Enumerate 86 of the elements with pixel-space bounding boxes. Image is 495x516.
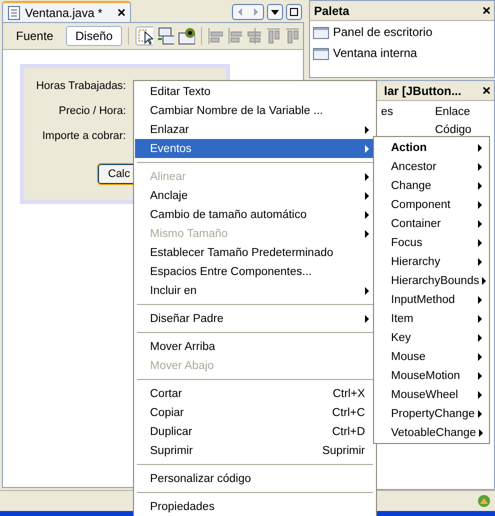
submenu-arrow-icon xyxy=(478,182,482,190)
document-tab[interactable]: Ventana.java * xyxy=(2,1,132,22)
submenu-arrow-icon xyxy=(478,390,482,398)
menu-item[interactable]: Item xyxy=(375,309,488,328)
submenu-arrow-icon xyxy=(478,334,482,342)
menu-item[interactable]: Duplicar Ctrl+D xyxy=(135,422,375,441)
menu-item[interactable]: Focus xyxy=(375,233,488,252)
menu-item[interactable]: Enlazar xyxy=(135,120,375,139)
form-label: Precio / Hora: xyxy=(58,105,126,117)
submenu-arrow-icon xyxy=(478,314,482,322)
menu-item[interactable]: Diseñar Padre xyxy=(135,309,375,328)
submenu-arrow-icon xyxy=(365,192,369,200)
menu-item[interactable]: MouseWheel xyxy=(375,385,488,404)
document-icon xyxy=(8,6,20,20)
square-icon xyxy=(290,8,298,16)
form-label: Horas Trabajadas: xyxy=(36,80,126,92)
submenu-arrow-icon xyxy=(478,372,482,380)
submenu-arrow-icon xyxy=(479,428,484,436)
window-icon xyxy=(313,24,329,38)
submenu-arrow-icon xyxy=(365,144,369,152)
window-icon xyxy=(313,46,329,60)
connection-mode-icon[interactable] xyxy=(157,27,174,45)
view-tab[interactable]: Fuente xyxy=(7,26,62,46)
preview-eye-icon[interactable] xyxy=(178,27,195,45)
scroll-tabs-button[interactable] xyxy=(232,4,264,20)
view-tab[interactable]: Diseño xyxy=(66,26,122,46)
left-right-arrows-icon xyxy=(236,8,260,16)
menu-item[interactable]: Change xyxy=(375,176,488,195)
menu-item[interactable]: PropertyChange xyxy=(375,404,488,423)
menu-item[interactable]: Espacios Entre Componentes... xyxy=(135,262,375,281)
submenu-arrow-icon xyxy=(365,230,369,238)
menu-item[interactable]: Cortar Ctrl+X xyxy=(135,384,375,403)
selection-mode-icon[interactable] xyxy=(134,26,154,46)
close-icon[interactable] xyxy=(483,7,490,14)
menu-item[interactable]: Editar Texto xyxy=(135,82,375,101)
menu-item[interactable]: Cambio de tamaño automático xyxy=(135,205,375,224)
menu-item[interactable]: Action xyxy=(375,138,488,157)
submenu-arrow-icon xyxy=(478,352,482,360)
properties-tab[interactable]: es xyxy=(381,105,435,119)
menu-item[interactable]: HierarchyBounds xyxy=(375,271,488,290)
submenu-arrow-icon xyxy=(365,126,369,134)
submenu-arrow-icon xyxy=(478,162,482,170)
menu-item[interactable]: Cambiar Nombre de la Variable ... xyxy=(135,101,375,120)
maximize-button[interactable] xyxy=(286,4,302,20)
submenu-arrow-icon xyxy=(365,172,369,180)
menu-item[interactable]: Incluir en xyxy=(135,281,375,300)
submenu-arrow-icon xyxy=(478,410,482,418)
submenu-arrow-icon xyxy=(478,220,482,228)
submenu-arrow-icon xyxy=(478,238,482,246)
menu-item[interactable]: Ancestor xyxy=(375,157,488,176)
dropdown-button[interactable] xyxy=(267,4,283,20)
menu-item[interactable]: Copiar Ctrl+C xyxy=(135,403,375,422)
properties-tab[interactable]: Código xyxy=(435,123,494,137)
menu-item[interactable]: Personalizar código xyxy=(135,469,375,488)
submenu-arrow-icon xyxy=(478,296,482,304)
menu-item[interactable]: Key xyxy=(375,328,488,347)
menu-item[interactable]: Anclaje xyxy=(135,186,375,205)
form-label: Importe a cobrar: xyxy=(42,130,126,142)
menu-item[interactable]: Eventos xyxy=(135,139,375,158)
down-triangle-icon xyxy=(271,10,279,14)
menu-item[interactable]: Suprimir Suprimir xyxy=(135,441,375,460)
palette-item[interactable]: Ventana interna xyxy=(310,42,494,63)
menu-item[interactable]: InputMethod xyxy=(375,290,488,309)
palette-item[interactable]: Panel de escritorio xyxy=(310,21,494,42)
submenu-arrow-icon xyxy=(478,200,482,208)
close-icon[interactable] xyxy=(118,9,126,16)
menu-item[interactable]: Mover Arriba xyxy=(135,337,375,356)
menu-item[interactable]: Establecer Tamaño Predeterminado xyxy=(135,243,375,262)
submenu-arrow-icon xyxy=(478,144,482,152)
submenu-arrow-icon xyxy=(478,258,482,266)
panel-title: lar [JButton... xyxy=(384,84,462,98)
properties-tab[interactable]: Enlace xyxy=(435,105,494,119)
menu-item[interactable]: Component xyxy=(375,195,488,214)
menu-item[interactable]: Hierarchy xyxy=(375,252,488,271)
panel-title: Paleta xyxy=(314,4,350,18)
submenu-arrow-icon xyxy=(365,210,369,218)
menu-item[interactable]: VetoableChange xyxy=(375,423,488,442)
menu-item[interactable]: Container xyxy=(375,214,488,233)
submenu-arrow-icon xyxy=(365,286,369,294)
close-icon[interactable] xyxy=(483,87,490,94)
menu-item[interactable]: Propiedades xyxy=(135,497,375,516)
menu-item[interactable]: Mouse xyxy=(375,347,488,366)
submenu-arrow-icon xyxy=(482,276,486,284)
submenu-arrow-icon xyxy=(365,314,369,322)
update-icon xyxy=(477,494,491,508)
menu-item[interactable]: MouseMotion xyxy=(375,366,488,385)
